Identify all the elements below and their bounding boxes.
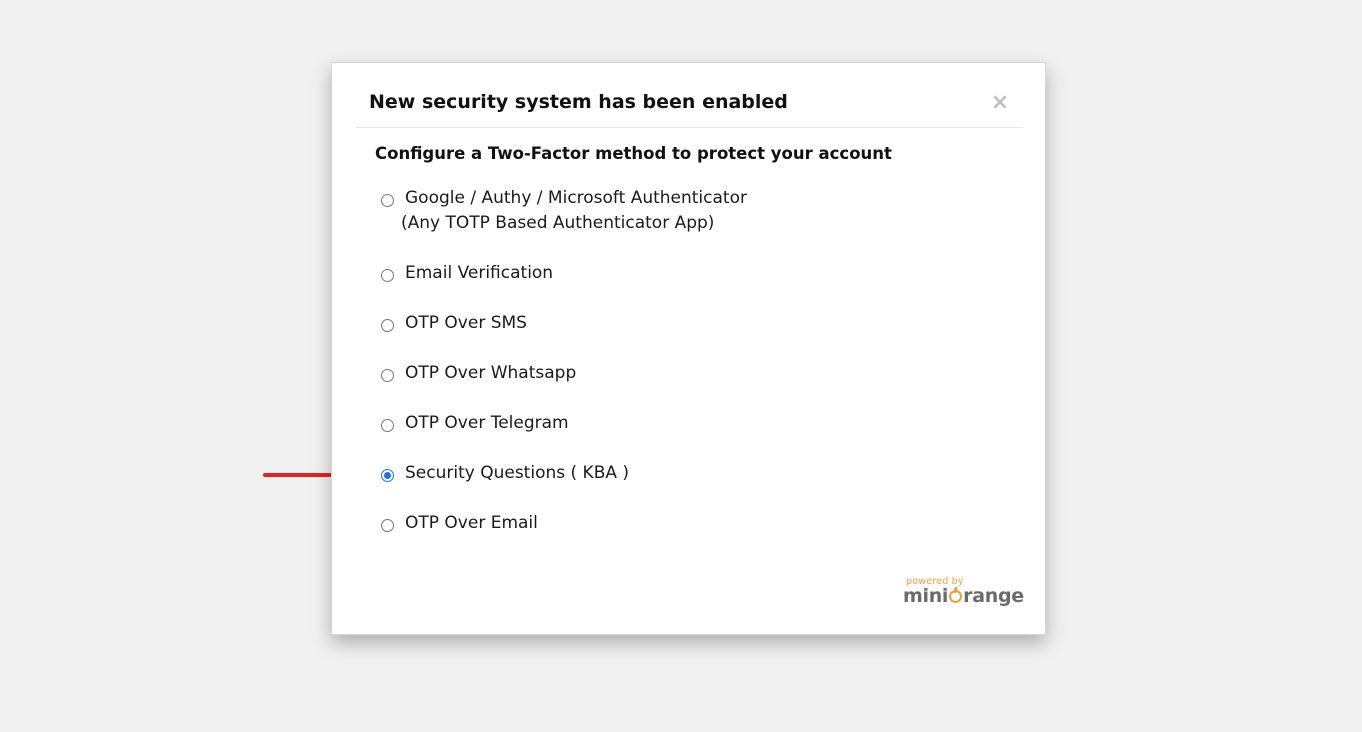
radio-otp-email[interactable] bbox=[381, 519, 394, 532]
option-otp-email[interactable]: OTP Over Email bbox=[381, 513, 747, 564]
option-email-verification[interactable]: Email Verification bbox=[381, 263, 747, 314]
radio-email-verification[interactable] bbox=[381, 269, 394, 282]
two-factor-method-list: Google / Authy / Microsoft Authenticator… bbox=[381, 188, 747, 564]
miniorange-logo: powered by mini range bbox=[903, 576, 1024, 612]
two-factor-setup-dialog: New security system has been enabled × C… bbox=[331, 62, 1046, 635]
option-label: OTP Over Telegram bbox=[405, 413, 569, 433]
orange-logo-icon bbox=[949, 590, 963, 603]
radio-otp-telegram[interactable] bbox=[381, 419, 394, 432]
brand-name-prefix: mini bbox=[903, 585, 949, 607]
modal-header: New security system has been enabled × bbox=[356, 63, 1022, 128]
configure-instructions: Configure a Two-Factor method to protect… bbox=[375, 144, 892, 163]
radio-otp-whatsapp[interactable] bbox=[381, 369, 394, 382]
option-otp-sms[interactable]: OTP Over SMS bbox=[381, 313, 747, 364]
option-otp-telegram[interactable]: OTP Over Telegram bbox=[381, 413, 747, 464]
option-label: OTP Over Whatsapp bbox=[405, 363, 577, 383]
option-label: Google / Authy / Microsoft Authenticator bbox=[405, 188, 747, 208]
radio-security-questions[interactable] bbox=[381, 469, 394, 482]
option-label: Email Verification bbox=[405, 263, 554, 283]
close-icon[interactable]: × bbox=[990, 92, 1010, 114]
option-otp-whatsapp[interactable]: OTP Over Whatsapp bbox=[381, 363, 747, 414]
option-sublabel: (Any TOTP Based Authenticator App) bbox=[401, 213, 715, 233]
option-security-questions[interactable]: Security Questions ( KBA ) bbox=[381, 463, 747, 514]
radio-google-authenticator[interactable] bbox=[381, 194, 394, 207]
brand-name: mini range bbox=[903, 585, 1024, 607]
option-label: Security Questions ( KBA ) bbox=[405, 463, 630, 483]
radio-otp-sms[interactable] bbox=[381, 319, 394, 332]
option-label: OTP Over Email bbox=[405, 513, 538, 533]
brand-name-suffix: range bbox=[963, 585, 1024, 607]
option-label: OTP Over SMS bbox=[405, 313, 527, 333]
option-google-authenticator[interactable]: Google / Authy / Microsoft Authenticator… bbox=[381, 188, 747, 264]
modal-title: New security system has been enabled bbox=[369, 91, 788, 113]
